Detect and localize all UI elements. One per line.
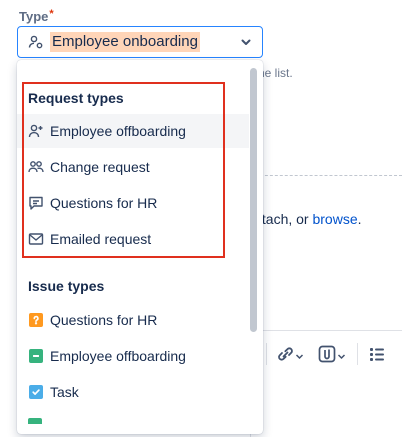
- menu-item-label: Task: [50, 384, 79, 400]
- attachment-icon: [317, 344, 337, 369]
- attach-text: ttach, or browse.: [258, 211, 362, 227]
- partial-issue-type-icon: [28, 418, 42, 424]
- menu-item-label: Questions for HR: [50, 312, 158, 328]
- bullet-list-icon: [369, 346, 385, 367]
- question-square-icon: [28, 312, 44, 328]
- menu-item-questions-for-hr[interactable]: Questions for HR: [17, 186, 249, 220]
- email-icon: [28, 231, 44, 247]
- menu-item-task[interactable]: Task: [17, 375, 249, 409]
- description-editor[interactable]: [250, 330, 402, 437]
- menu-item-questions-for-hr-issue[interactable]: Questions for HR: [17, 303, 249, 337]
- menu-item-employee-offboarding-issue[interactable]: Employee offboarding: [17, 339, 249, 373]
- menu-item-label: Questions for HR: [50, 195, 158, 211]
- issue-types-heading: Issue types: [28, 278, 105, 294]
- menu-item-change-request[interactable]: Change request: [17, 150, 249, 184]
- type-field-label: Type*: [19, 8, 54, 24]
- chevron-down-icon: [239, 35, 253, 49]
- required-asterisk: *: [49, 8, 54, 20]
- attach-period: .: [357, 211, 362, 227]
- person-settings-icon: [28, 34, 44, 50]
- attachment-button[interactable]: [317, 344, 346, 369]
- link-button[interactable]: [275, 345, 304, 368]
- chevron-down-icon: [337, 348, 346, 366]
- link-icon: [275, 345, 295, 368]
- menu-item-employee-offboarding[interactable]: Employee offboarding: [17, 114, 249, 148]
- type-dropdown-menu[interactable]: Request types Employee offboarding Chang…: [17, 60, 263, 434]
- menu-item-label: Employee offboarding: [50, 348, 186, 364]
- people-icon: [28, 159, 44, 175]
- menu-item-label: Emailed request: [50, 231, 152, 247]
- menu-item-emailed-request[interactable]: Emailed request: [17, 222, 249, 256]
- toolbar-divider: [266, 343, 267, 365]
- field-hint-text: he list.: [258, 66, 293, 80]
- selected-type-value: Employee onboarding: [50, 32, 200, 52]
- chevron-down-icon: [295, 348, 304, 366]
- menu-item-label: Employee offboarding: [50, 123, 186, 139]
- type-select[interactable]: Employee onboarding: [17, 26, 263, 58]
- comment-icon: [28, 195, 44, 211]
- bullet-list-button[interactable]: [369, 346, 385, 367]
- create-request-form: Type* Employee onboarding he list. ttach…: [0, 0, 402, 437]
- toolbar-divider: [357, 343, 358, 365]
- request-types-heading: Request types: [28, 90, 124, 106]
- attach-fragment: ttach, or: [258, 211, 313, 227]
- menu-item-label: Change request: [50, 159, 150, 175]
- person-add-icon: [28, 123, 44, 139]
- browse-link[interactable]: browse: [312, 211, 357, 227]
- menu-scrollbar[interactable]: [250, 68, 257, 332]
- type-label-text: Type: [19, 9, 49, 24]
- check-square-icon: [28, 384, 44, 400]
- minus-square-icon: [28, 348, 44, 364]
